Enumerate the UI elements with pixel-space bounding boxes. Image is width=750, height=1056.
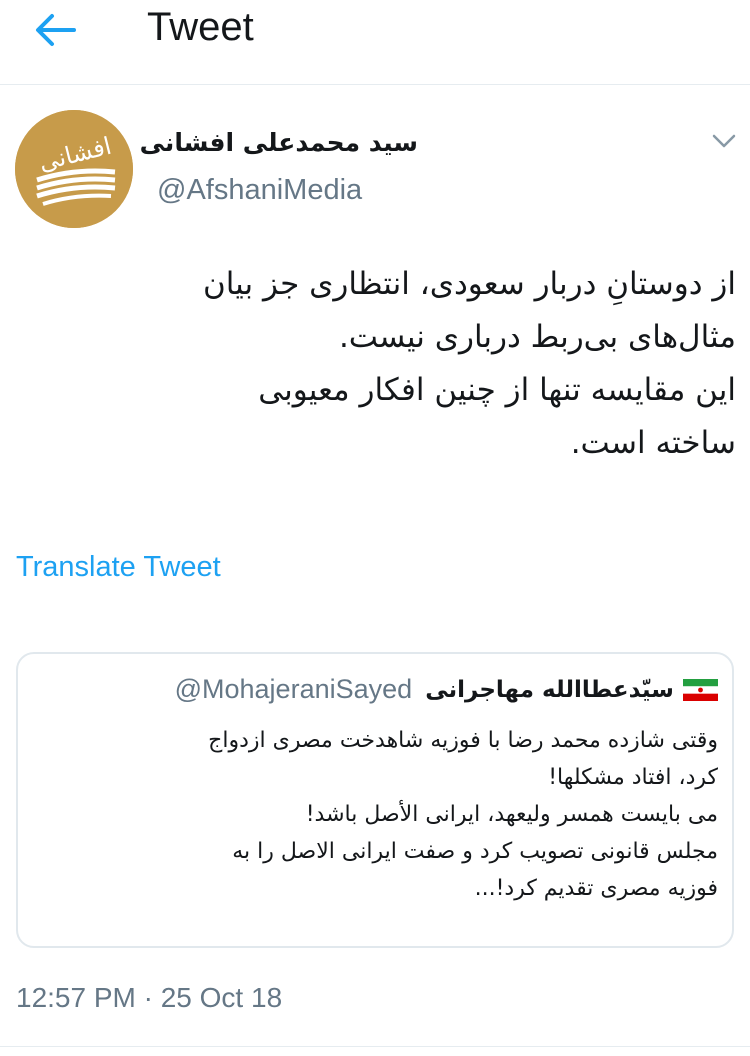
tweet-text-line: ساخته است. (570, 425, 736, 461)
top-app-bar: Tweet (0, 0, 750, 85)
chevron-down-icon (712, 134, 736, 148)
quoted-text-line: می بایست همسر ولیعهد، ایرانی الأصل باشد! (305, 802, 718, 827)
quoted-tweet-card[interactable]: سیّدعطاالله مهاجرانی @MohajeraniSayed وق… (16, 652, 734, 948)
quoted-text-line: کرد، افتاد مشکلها! (548, 765, 718, 790)
iran-flag-icon (683, 678, 718, 701)
divider (0, 1046, 750, 1047)
quoted-text-line: وقتی شازده محمد رضا با فوزیه شاهدخت مصری… (208, 728, 718, 753)
tweet-text: از دوستانِ دربار سعودی، انتظاری جز بیان … (40, 258, 736, 470)
translate-tweet-link[interactable]: Translate Tweet (16, 548, 221, 586)
tweet-timestamp: 12:57 PM · 25 Oct 18 (16, 982, 283, 1013)
author-display-name[interactable]: سید محمدعلی افشانی (140, 126, 418, 160)
afshani-logo-icon: افشانی (15, 110, 133, 228)
tweet-text-line: از دوستانِ دربار سعودی، انتظاری جز بیان (202, 266, 736, 302)
quoted-author-display-name: سیّدعطاالله مهاجرانی (425, 676, 674, 703)
author-username[interactable]: @AfshaniMedia (157, 172, 362, 208)
tweet-menu-button[interactable] (708, 128, 740, 154)
quoted-text-line: فوزیه مصری تقدیم کرد!... (474, 876, 718, 901)
tweet-text-line: این مقایسه تنها از چنین افکار معیوبی (258, 372, 736, 408)
quoted-text-line: مجلس قانونی تصویب کرد و صفت ایرانی الاصل… (232, 839, 718, 864)
arrow-left-icon (36, 14, 76, 46)
quoted-tweet-header: سیّدعطاالله مهاجرانی @MohajeraniSayed (38, 674, 718, 714)
avatar[interactable]: افشانی (15, 110, 133, 228)
quoted-tweet-text: وقتی شازده محمد رضا با فوزیه شاهدخت مصری… (38, 722, 718, 907)
tweet-text-line: مثال‌های بی‌ربط درباری نیست. (338, 319, 736, 355)
quoted-author-username: @MohajeraniSayed (174, 674, 413, 704)
page-title: Tweet (147, 5, 254, 49)
back-button[interactable] (30, 8, 80, 52)
